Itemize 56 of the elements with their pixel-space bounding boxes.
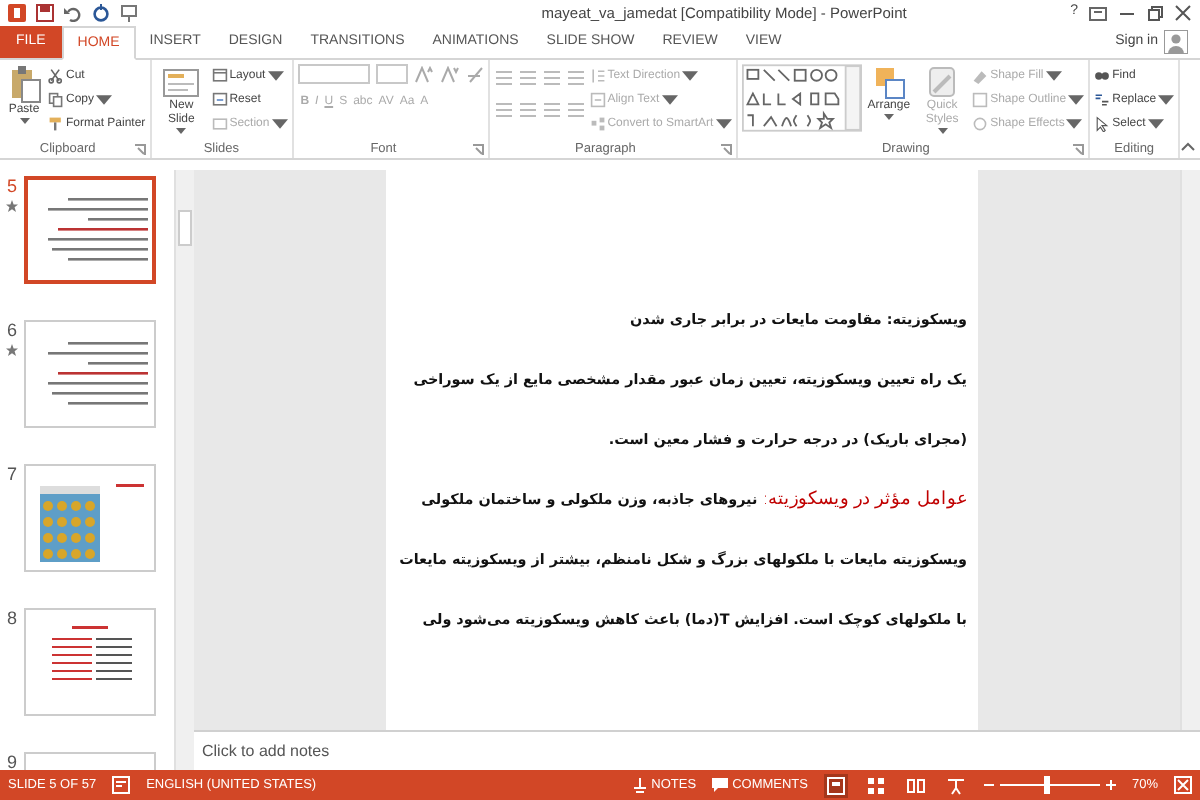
- new-slide-icon: [162, 64, 201, 100]
- slideshow-icon: [945, 775, 966, 795]
- fit-to-window-icon[interactable]: [1174, 776, 1192, 794]
- present-icon[interactable]: [120, 4, 138, 22]
- ribbon-display-icon[interactable]: [1088, 4, 1108, 22]
- view-button[interactable]: [863, 773, 888, 797]
- align-text-icon: [589, 92, 606, 108]
- undo-icon[interactable]: [64, 4, 82, 22]
- dialog-launcher-icon[interactable]: [1072, 144, 1085, 156]
- copy-icon: [48, 92, 64, 108]
- zoom-in-icon[interactable]: [1105, 780, 1116, 790]
- smartart-icon: [589, 116, 606, 132]
- view-button[interactable]: [903, 773, 928, 797]
- grow-font-icon[interactable]: [413, 65, 434, 83]
- comment-icon: [712, 777, 729, 793]
- shapes-gallery-drawing[interactable]: [741, 64, 862, 132]
- reading-view-icon: [905, 775, 926, 795]
- spell-check-icon[interactable]: [112, 776, 131, 794]
- square-outline-icon: [972, 92, 989, 108]
- close-icon[interactable]: [1174, 4, 1192, 22]
- quick-styles-icon: [924, 64, 961, 100]
- view-button[interactable]: [823, 773, 848, 797]
- paintbrush-icon: [48, 116, 64, 132]
- text-direction-icon: [589, 68, 606, 84]
- replace-icon: [1094, 92, 1111, 108]
- dialog-launcher-icon[interactable]: [133, 144, 146, 156]
- reset-icon: [211, 92, 228, 108]
- slide-number: 7: [6, 464, 17, 484]
- arrange-icon: [870, 64, 907, 100]
- restore-icon[interactable]: [1146, 4, 1164, 22]
- effects-icon: [972, 116, 989, 132]
- normal-view-icon: [825, 775, 846, 795]
- cursor-icon: [1094, 116, 1111, 132]
- refresh-icon[interactable]: [92, 4, 110, 22]
- clear-formatting-icon[interactable]: [465, 65, 484, 83]
- paste-icon: [6, 64, 42, 104]
- section-icon: [211, 116, 228, 132]
- collapse-ribbon-icon[interactable]: [1180, 140, 1197, 152]
- shrink-font-icon[interactable]: [439, 65, 460, 83]
- slide-sorter-icon: [865, 775, 886, 795]
- save-icon[interactable]: [36, 4, 54, 22]
- binoculars-icon: [1094, 68, 1111, 84]
- slide-number: 8: [6, 608, 17, 628]
- font-size-field[interactable]: [375, 64, 408, 84]
- slide-number: 9: [6, 752, 17, 770]
- scissors-icon: [48, 68, 64, 84]
- view-button[interactable]: [943, 773, 968, 797]
- user-avatar-icon: [1164, 30, 1188, 54]
- slide-number: 5: [6, 176, 17, 196]
- scrollbar[interactable]: [174, 170, 194, 770]
- slide-number: 6: [6, 320, 17, 340]
- zoom-slider-thumb[interactable]: [1044, 776, 1051, 794]
- scrollbar[interactable]: [1180, 170, 1200, 730]
- layout-icon: [211, 68, 228, 84]
- app-logo-icon: [8, 4, 26, 22]
- zoom-out-icon[interactable]: [983, 780, 994, 790]
